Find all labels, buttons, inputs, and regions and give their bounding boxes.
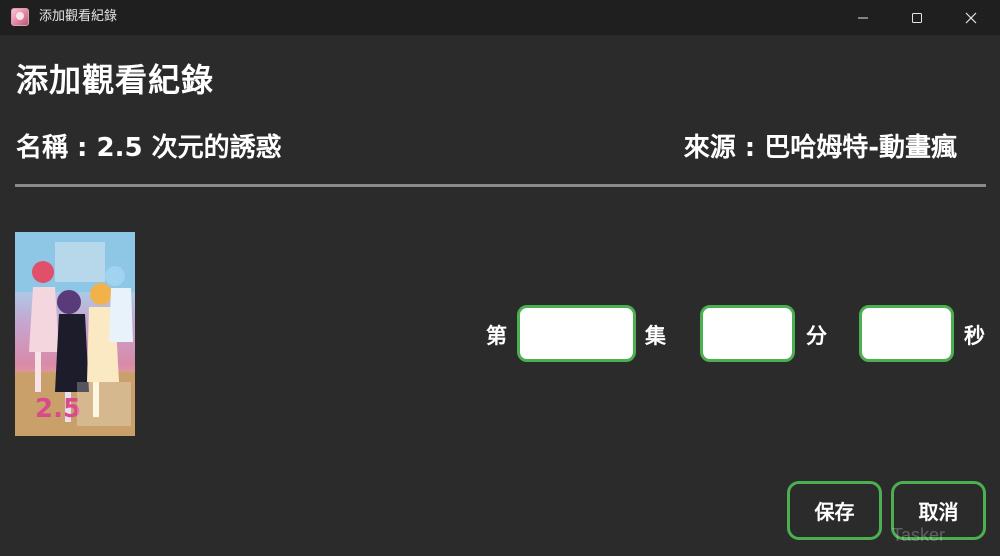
minutes-label: 分: [806, 324, 827, 348]
anime-name-label: 名稱 : 2.5 次元的誘惑: [16, 133, 282, 163]
seconds-label: 秒: [964, 324, 985, 348]
close-icon: [965, 12, 977, 23]
minutes-input[interactable]: [700, 305, 795, 362]
save-button[interactable]: 保存: [787, 481, 882, 540]
app-icon: [11, 8, 29, 26]
close-button[interactable]: [948, 0, 994, 35]
anime-cover-image: 2.5: [15, 232, 135, 436]
svg-text:2.5: 2.5: [35, 394, 81, 424]
title-bar: 添加觀看紀錄: [0, 0, 1000, 35]
maximize-button[interactable]: [894, 0, 940, 35]
divider: [15, 184, 986, 187]
episode-prefix-label: 第: [486, 324, 507, 348]
watermark: Tasker: [892, 525, 946, 545]
maximize-icon: [912, 12, 922, 23]
episode-input[interactable]: [517, 305, 636, 362]
page-title: 添加觀看紀錄: [16, 61, 215, 99]
minimize-icon: [858, 17, 868, 18]
minimize-button[interactable]: [840, 0, 886, 35]
seconds-input[interactable]: [859, 305, 954, 362]
window-title: 添加觀看紀錄: [39, 9, 118, 24]
episode-suffix-label: 集: [645, 324, 666, 348]
source-label: 來源 : 巴哈姆特-動畫瘋: [683, 133, 957, 163]
